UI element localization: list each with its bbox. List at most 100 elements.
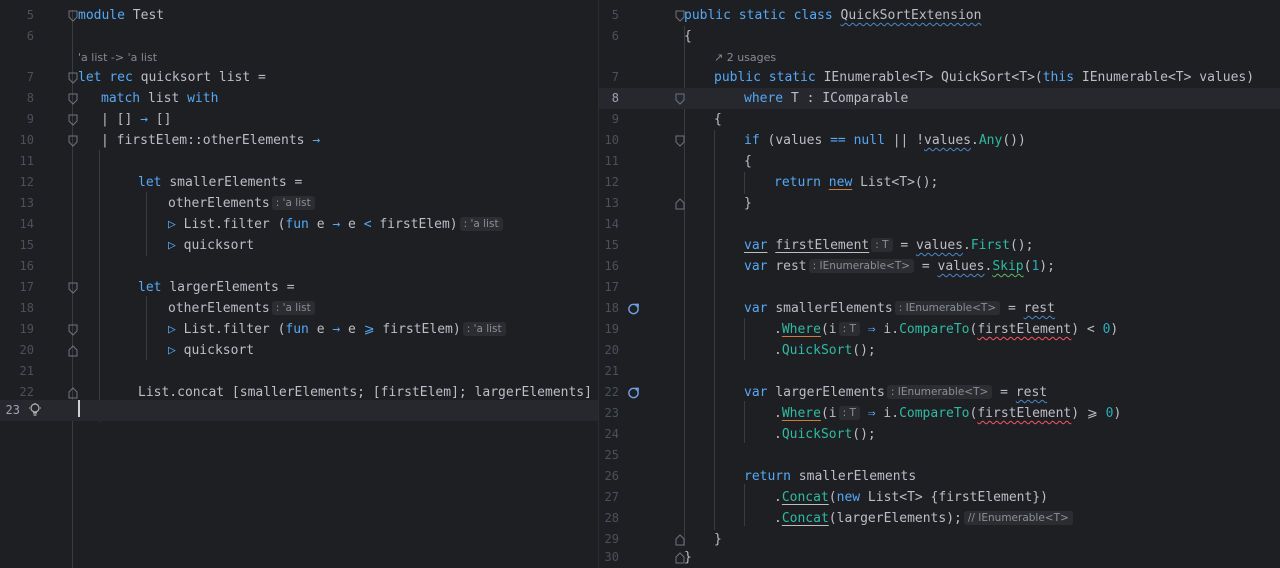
- code-line[interactable]: 24 .QuickSort();: [599, 424, 1280, 445]
- recursion-marker-icon[interactable]: [627, 386, 640, 399]
- code-line[interactable]: 5 module Test: [0, 5, 598, 26]
- line-number: 20: [604, 343, 619, 357]
- fold-end-marker-icon[interactable]: [66, 386, 79, 399]
- code-text: otherElements: 'a list: [168, 298, 315, 319]
- csharp-editor-pane[interactable]: 5 public static class QuickSortExtension…: [599, 0, 1280, 568]
- code-line[interactable]: 17: [599, 277, 1280, 298]
- fold-marker-icon[interactable]: [66, 113, 79, 126]
- lightbulb-icon[interactable]: [28, 402, 41, 416]
- line-number: 15: [19, 238, 34, 252]
- code-line[interactable]: 10 if (values == null || !values.Any()): [599, 130, 1280, 151]
- code-line[interactable]: 21: [599, 361, 1280, 382]
- fold-marker-icon[interactable]: [66, 281, 79, 294]
- line-number: 7: [26, 70, 34, 84]
- line-number: 13: [19, 196, 34, 210]
- pipe-operator: ▷: [168, 343, 176, 358]
- code-line[interactable]: 11: [0, 151, 598, 172]
- code-line[interactable]: 14: [599, 214, 1280, 235]
- code-line[interactable]: 12 return new List<T>();: [599, 172, 1280, 193]
- code-line[interactable]: 17 let largerElements =: [0, 277, 598, 298]
- line-number: 20: [19, 343, 34, 357]
- code-text: return new List<T>();: [774, 175, 939, 190]
- code-line[interactable]: 6: [0, 26, 598, 47]
- code-line[interactable]: 14 ▷ List.filter (fun e → e < firstElem)…: [0, 214, 598, 235]
- fold-end-marker-icon[interactable]: [673, 197, 686, 210]
- code-line[interactable]: 22 var largerElements: IEnumerable<T> = …: [599, 382, 1280, 403]
- line-number: 6: [611, 29, 619, 43]
- code-text: var smallerElements: IEnumerable<T> = re…: [744, 301, 1055, 316]
- line-number: 6: [26, 29, 34, 43]
- code-line[interactable]: 20 .QuickSort();: [599, 340, 1280, 361]
- line-number: 7: [611, 70, 619, 84]
- fold-marker-icon[interactable]: [66, 134, 79, 147]
- fold-marker-icon[interactable]: [66, 92, 79, 105]
- code-text: .QuickSort();: [774, 343, 876, 358]
- code-line[interactable]: 10 | firstElem::otherElements →: [0, 130, 598, 151]
- recursion-marker-icon[interactable]: [627, 302, 640, 315]
- type-hint: : T: [871, 238, 893, 252]
- code-text: match list with: [101, 91, 219, 106]
- pipe-operator: ▷: [168, 217, 176, 232]
- code-text: }: [684, 550, 692, 565]
- line-number: 23: [604, 406, 619, 420]
- code-text: where T : IComparable: [744, 91, 909, 106]
- line-number: 12: [604, 175, 619, 189]
- code-text: var rest: IEnumerable<T> = values.Skip(1…: [744, 259, 1055, 274]
- type-hint: : T: [838, 322, 860, 336]
- type-hint: : 'a list: [462, 322, 506, 336]
- code-line[interactable]: 18 otherElements: 'a list: [0, 298, 598, 319]
- code-line[interactable]: 7 let rec quicksort list =: [0, 67, 598, 88]
- code-line[interactable]: 16 var rest: IEnumerable<T> = values.Ski…: [599, 256, 1280, 277]
- code-line[interactable]: 30 }: [599, 547, 1280, 568]
- usages-hint[interactable]: ↗ 2 usages: [714, 51, 776, 65]
- line-number: 21: [604, 364, 619, 378]
- code-line[interactable]: 18 var smallerElements: IEnumerable<T> =…: [599, 298, 1280, 319]
- code-line-current[interactable]: 8 where T : IComparable: [599, 88, 1280, 109]
- pipe-operator: ▷: [168, 322, 176, 337]
- code-line[interactable]: 11 {: [599, 151, 1280, 172]
- code-line[interactable]: 15 ▷ quicksort: [0, 235, 598, 256]
- code-line[interactable]: 8 match list with: [0, 88, 598, 109]
- line-number: 21: [19, 364, 34, 378]
- code-text: if (values == null || !values.Any()): [744, 133, 1026, 148]
- fold-marker-icon[interactable]: [673, 134, 686, 147]
- code-line[interactable]: 15 var firstElement: T = values.First();: [599, 235, 1280, 256]
- fold-end-marker-icon[interactable]: [673, 533, 686, 546]
- code-line[interactable]: 16: [0, 256, 598, 277]
- line-number: 17: [604, 280, 619, 294]
- code-line[interactable]: 27 .Concat(new List<T> {firstElement}): [599, 487, 1280, 508]
- code-line[interactable]: 19 .Where(i: T ⇒ i.CompareTo(firstElemen…: [599, 319, 1280, 340]
- code-line[interactable]: 21: [0, 361, 598, 382]
- fsharp-editor-pane[interactable]: 5 module Test 6 'a list -> 'a list 7 let…: [0, 0, 599, 568]
- line-number: 19: [19, 322, 34, 336]
- code-line-current[interactable]: 23: [0, 400, 598, 421]
- code-line[interactable]: 12 let smallerElements =: [0, 172, 598, 193]
- code-line[interactable]: 25: [599, 445, 1280, 466]
- code-line[interactable]: 13 otherElements: 'a list: [0, 193, 598, 214]
- line-number: 10: [604, 133, 619, 147]
- code-line[interactable]: 20 ▷ quicksort: [0, 340, 598, 361]
- line-number: 18: [604, 301, 619, 315]
- code-text: {: [684, 29, 692, 44]
- code-text: let smallerElements =: [138, 175, 303, 190]
- code-line[interactable]: 9 | [] → []: [0, 109, 598, 130]
- type-hint: : IEnumerable<T>: [886, 385, 993, 399]
- type-hint: : IEnumerable<T>: [894, 301, 1001, 315]
- code-text: }: [744, 196, 752, 211]
- code-text: .QuickSort();: [774, 427, 876, 442]
- fold-marker-icon[interactable]: [673, 92, 686, 105]
- code-line[interactable]: 28 .Concat(largerElements);// IEnumerabl…: [599, 508, 1280, 529]
- line-number: 17: [19, 280, 34, 294]
- code-line[interactable]: 5 public static class QuickSortExtension: [599, 5, 1280, 26]
- code-line[interactable]: 26 return smallerElements: [599, 466, 1280, 487]
- code-line[interactable]: 7 public static IEnumerable<T> QuickSort…: [599, 67, 1280, 88]
- code-line[interactable]: 19 ▷ List.filter (fun e → e ⩾ firstElem)…: [0, 319, 598, 340]
- code-line[interactable]: 13 }: [599, 193, 1280, 214]
- fold-end-marker-icon[interactable]: [66, 344, 79, 357]
- fold-marker-icon[interactable]: [66, 323, 79, 336]
- code-line[interactable]: 9 {: [599, 109, 1280, 130]
- type-hint: : IEnumerable<T>: [808, 259, 915, 273]
- code-line[interactable]: 6 {: [599, 26, 1280, 47]
- code-line[interactable]: 23 .Where(i: T ⇒ i.CompareTo(firstElemen…: [599, 403, 1280, 424]
- line-number: 28: [604, 511, 619, 525]
